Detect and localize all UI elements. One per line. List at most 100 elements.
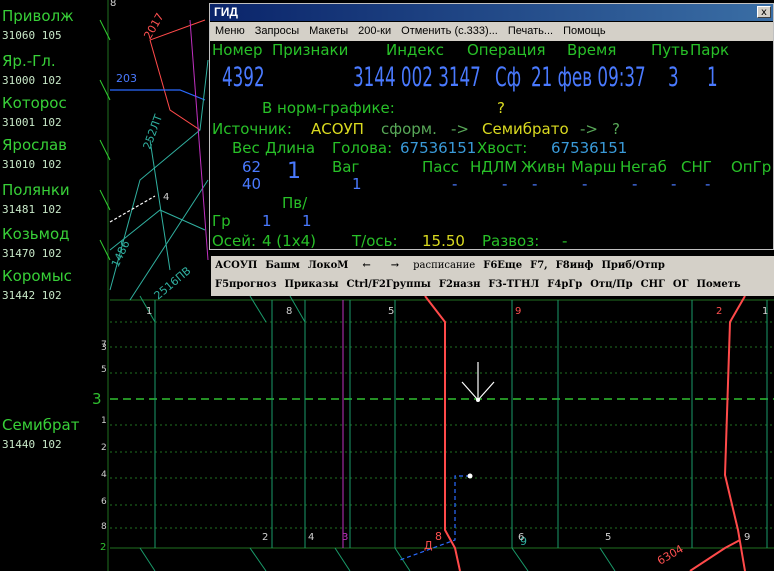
weight-label: Вес [232,139,260,157]
train-route-cyan[interactable] [149,139,171,271]
btn-f4-rgr[interactable]: F4рГр [543,279,586,290]
dash-ndlm: - [502,175,508,193]
station-name[interactable]: Полянки [2,182,70,198]
arrow-2: -> [580,120,598,138]
menu-bar: Меню Запросы Макеты 200-ки Отменить (с.333).… [210,22,773,41]
close-button[interactable]: x [757,6,771,18]
menu-item-help[interactable]: Помощь [558,25,611,37]
train-route-blue[interactable] [110,89,206,101]
menu-item-layouts[interactable]: Макеты [304,25,353,37]
axles-value: 4 (1х4) [262,232,316,250]
station-name[interactable]: Яр.-Гл. [2,53,56,69]
train-line[interactable] [511,547,529,571]
track-number: 1 [101,416,107,426]
selected-point[interactable] [476,398,480,402]
menu-item-cancel[interactable]: Отменить (с.333)... [396,25,503,37]
station-name[interactable]: Семибрат [2,417,79,433]
weight-value: 62 [242,158,262,176]
btn-f6-more[interactable]: F6Еще [479,260,526,271]
btn-ctrl-f2-groups[interactable]: Ctrl/F2Группы [343,279,435,290]
map-label: Д [424,539,433,552]
train-index: 3144 002 3147 [353,62,481,93]
train-route-blue[interactable] [399,475,470,561]
header-operation: Операция [467,41,546,59]
header-attributes: Признаки [272,41,349,59]
toolbar-row-2: F5прогноз Приказы Ctrl/F2Группы F2назн F3-ТГ… [211,276,745,294]
menu-item-200[interactable]: 200-ки [353,25,396,37]
axles-label: Осей: [212,232,257,250]
marker-point[interactable] [467,473,473,479]
graph-mark: 2 [716,306,722,317]
dash-sng: - [671,175,677,193]
btn-f3-tgnl[interactable]: F3-ТГНЛ [484,279,543,290]
col-zhivn: Живн [521,158,566,176]
btn-sng[interactable]: СНГ [637,279,669,290]
station-name[interactable]: Козьмод [2,226,70,242]
track-value: 3 [668,62,679,93]
train-line[interactable] [599,547,616,571]
station-name[interactable]: Которос [2,95,67,111]
btn-arr-dep[interactable]: Приб/Отпр [597,260,668,271]
graph-mark: 2 [100,542,106,553]
btn-arrow-left-icon[interactable]: ← [352,260,380,271]
train-line[interactable] [249,547,267,571]
train-route-white[interactable] [109,195,156,223]
graph-mark: 2 [262,532,268,543]
station-code: 31481 102 [2,203,62,216]
btn-bashm[interactable]: Башм [261,260,303,271]
tail-label: Хвост: [477,139,528,157]
menu-item-print[interactable]: Печать... [503,25,558,37]
btn-orders[interactable]: Приказы [281,279,343,290]
dash-opgr: - [705,175,711,193]
map-label: 8 [435,530,442,543]
btn-arrow-right-icon[interactable]: → [381,260,409,271]
col-ndlm: НДЛМ [470,158,518,176]
map-label: 1486 [109,238,133,269]
norm-label: В норм-графике: [262,99,395,117]
btn-asoup[interactable]: АСОУП [211,260,261,271]
btn-f2-assign[interactable]: F2назн [435,279,485,290]
station-name[interactable]: Приволж [2,8,74,24]
train-route-red[interactable] [689,539,741,571]
btn-schedule[interactable]: расписание [409,260,479,271]
btn-mark[interactable]: Пометь [693,279,745,290]
header-time: Время [567,41,617,59]
btn-f8-info[interactable]: F8инф [552,260,598,271]
station-name[interactable]: Коромыс [2,268,72,284]
source-label: Источник: [212,120,292,138]
btn-f7[interactable]: F7, [526,260,552,271]
dash-negab: - [632,175,638,193]
formed-label: сформ. [381,120,437,138]
graph-mark: 1 [146,306,152,317]
header-index: Индекс [386,41,444,59]
razvoz-value: - [562,232,568,250]
graph-mark: 8 [286,306,292,317]
destination-question: ? [612,120,620,138]
menu-item-menu[interactable]: Меню [210,25,250,37]
pv-label: Пв/ [282,194,308,212]
btn-f5-forecast[interactable]: F5прогноз [211,279,281,290]
graph-mark: 5 [605,532,611,543]
graph-mark: 1 [762,306,768,317]
station-name[interactable]: Ярослав [2,137,67,153]
menu-item-requests[interactable]: Запросы [250,25,304,37]
graph-mark: 3 [342,532,348,543]
gid-window[interactable]: ГИД x Меню Запросы Макеты 200-ки Отменить (с… [209,3,774,250]
btn-otc-pr[interactable]: Отц/Пр [586,279,636,290]
train-route-red[interactable] [723,295,746,571]
track-number: 6 [101,497,107,507]
station-code: 31010 102 [2,158,62,171]
train-line[interactable] [334,547,351,571]
station-code: 31000 102 [2,74,62,87]
station-code: 31001 102 [2,116,62,129]
track-number: 8 [101,522,107,532]
razvoz-label: Развоз: [482,232,540,250]
tonaxle-value: 15.50 [422,232,465,250]
train-line[interactable] [139,547,156,571]
train-route-red[interactable] [424,295,461,571]
norm-value: ? [497,99,505,117]
head-label: Голова: [332,139,393,157]
dash-marsh: - [582,175,588,193]
btn-og[interactable]: ОГ [669,279,693,290]
btn-lokom[interactable]: ЛокоМ [304,260,352,271]
